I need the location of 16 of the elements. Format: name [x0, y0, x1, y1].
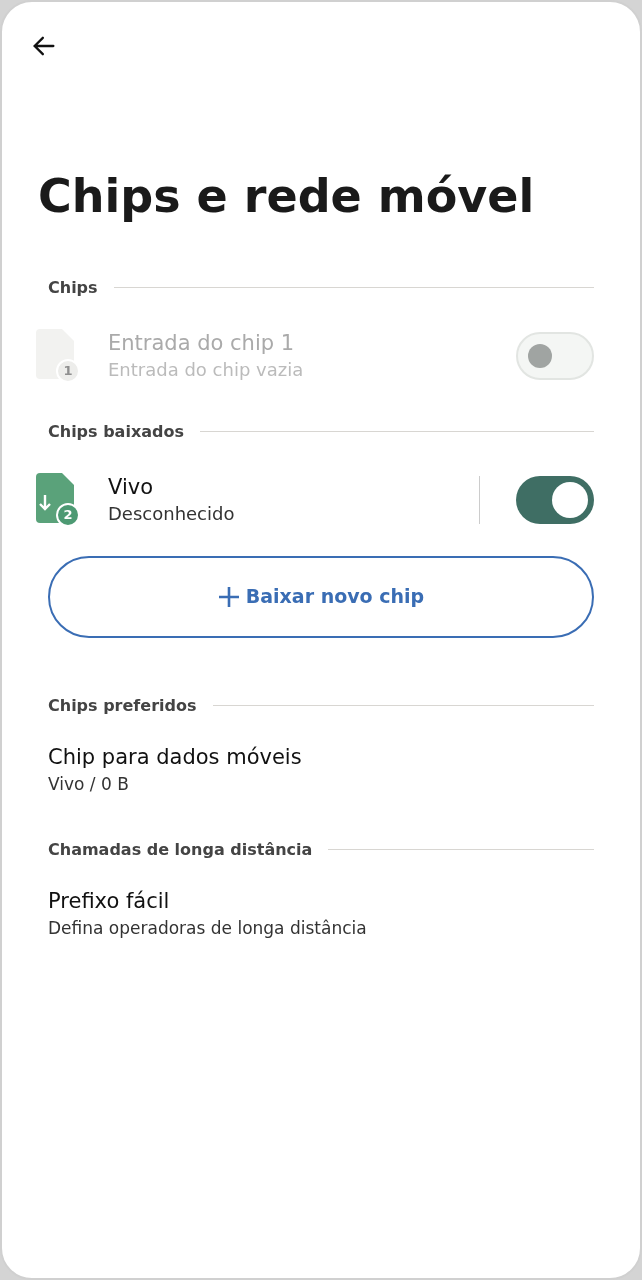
page-title: Chips e rede móvel [38, 168, 536, 225]
sim-name: Vivo [108, 473, 154, 501]
setting-title[interactable]: Chip para dados móveis [48, 741, 594, 772]
setting-subtitle: Defina operadoras de longa distância [48, 916, 368, 940]
section-header: Chamadas de longa distância [48, 838, 313, 861]
sim-status: Entrada do chip vazia [108, 357, 305, 382]
download-chip-button[interactable]: Baixar novo chip [48, 555, 594, 638]
setting-subtitle: Vivo / 0 B [48, 772, 130, 796]
sim-status: Desconhecido [108, 501, 236, 526]
sim-name: Entrada do chip 1 [108, 329, 296, 357]
plus-icon [217, 585, 240, 608]
section-header: Chips [48, 276, 98, 299]
setting-title[interactable]: Prefixo fácil [48, 885, 594, 916]
section-header: Chips baixados [48, 420, 184, 443]
section-header: Chips preferidos [48, 694, 197, 717]
toggle-switch[interactable] [516, 475, 594, 524]
